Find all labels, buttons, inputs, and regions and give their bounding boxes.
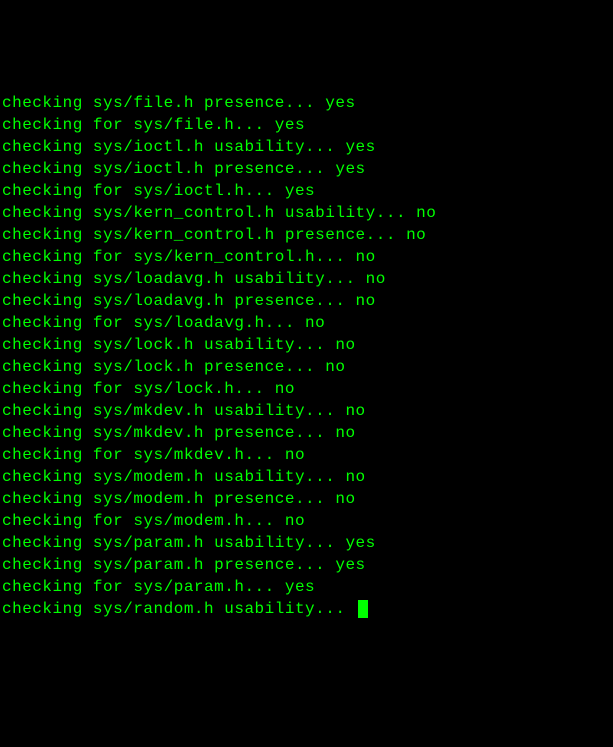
terminal-line: checking for sys/ioctl.h... yes	[2, 180, 611, 202]
terminal-line: checking for sys/mkdev.h... no	[2, 444, 611, 466]
terminal-line: checking for sys/loadavg.h... no	[2, 312, 611, 334]
terminal-line: checking sys/mkdev.h usability... no	[2, 400, 611, 422]
terminal-line: checking for sys/kern_control.h... no	[2, 246, 611, 268]
terminal-line: checking sys/param.h usability... yes	[2, 532, 611, 554]
terminal-line: checking for sys/modem.h... no	[2, 510, 611, 532]
terminal-line: checking sys/lock.h usability... no	[2, 334, 611, 356]
terminal-line: checking sys/mkdev.h presence... no	[2, 422, 611, 444]
terminal-line: checking sys/ioctl.h usability... yes	[2, 136, 611, 158]
terminal-line: checking sys/modem.h usability... no	[2, 466, 611, 488]
terminal-line: checking sys/random.h usability...	[2, 598, 611, 620]
terminal-line: checking sys/file.h presence... yes	[2, 92, 611, 114]
terminal-line: checking for sys/param.h... yes	[2, 576, 611, 598]
cursor-icon	[358, 600, 368, 618]
terminal-line: checking for sys/file.h... yes	[2, 114, 611, 136]
terminal-line: checking sys/modem.h presence... no	[2, 488, 611, 510]
terminal-line: checking sys/kern_control.h usability...…	[2, 202, 611, 224]
terminal-line: checking sys/loadavg.h usability... no	[2, 268, 611, 290]
terminal-line: checking sys/param.h presence... yes	[2, 554, 611, 576]
terminal-line: checking sys/ioctl.h presence... yes	[2, 158, 611, 180]
terminal-line: checking sys/lock.h presence... no	[2, 356, 611, 378]
terminal-line: checking sys/loadavg.h presence... no	[2, 290, 611, 312]
terminal-output: checking sys/file.h presence... yescheck…	[2, 92, 611, 637]
terminal-line: checking for sys/lock.h... no	[2, 378, 611, 400]
terminal-line: checking sys/kern_control.h presence... …	[2, 224, 611, 246]
